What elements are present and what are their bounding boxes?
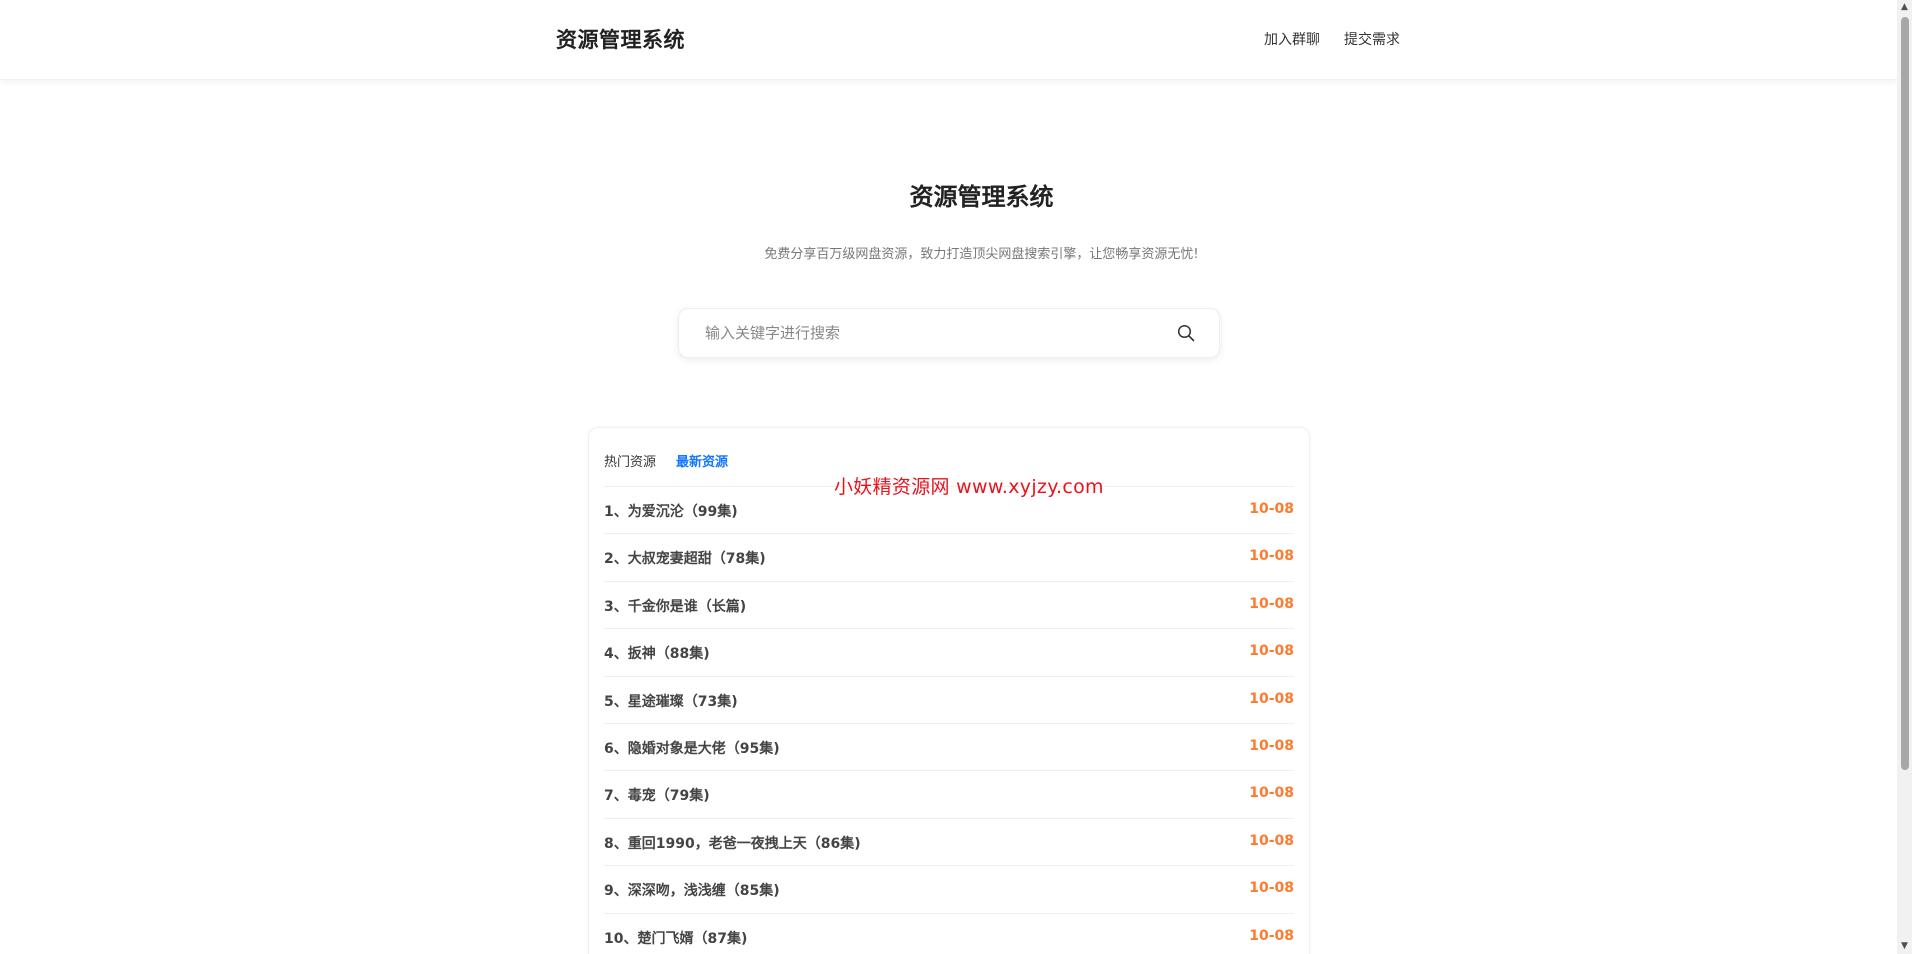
item-date: 10-08 <box>1249 690 1294 707</box>
watermark-text: 小妖精资源网 www.xyjzy.com <box>834 476 1104 498</box>
item-date: 10-08 <box>1249 880 1294 897</box>
resource-tabs: 热门资源 最新资源 <box>604 451 728 470</box>
search-input[interactable] <box>703 309 1153 357</box>
resource-card: 热门资源 最新资源 1、为爱沉沦（99集) 10-08 2、大叔宠妻超甜（78集… <box>588 427 1310 954</box>
scrollbar-thumb[interactable] <box>1901 17 1909 770</box>
item-date: 10-08 <box>1249 832 1294 849</box>
search-icon[interactable] <box>1177 324 1195 342</box>
list-item[interactable]: 9、深深吻，浅浅缠（85集) 10-08 <box>604 865 1294 912</box>
list-item[interactable]: 4、扳神（88集) 10-08 <box>604 628 1294 675</box>
header-nav: 加入群聊 提交需求 <box>1264 29 1400 49</box>
item-title[interactable]: 10、楚门飞婿（87集) <box>604 928 747 948</box>
tab-latest-resources[interactable]: 最新资源 <box>676 451 728 470</box>
item-title[interactable]: 7、毒宠（79集) <box>604 785 710 805</box>
page-title: 资源管理系统 <box>909 183 1054 211</box>
page-subtitle: 免费分享百万级网盘资源，致力打造顶尖网盘搜索引擎，让您畅享资源无忧! <box>764 247 1199 262</box>
item-title[interactable]: 3、千金你是谁（长篇) <box>604 596 746 616</box>
item-title[interactable]: 8、重回1990，老爸一夜拽上天（86集) <box>604 833 861 853</box>
item-title[interactable]: 2、大叔宠妻超甜（78集) <box>604 548 766 568</box>
search-bar <box>678 308 1220 358</box>
list-item[interactable]: 2、大叔宠妻超甜（78集) 10-08 <box>604 533 1294 580</box>
item-title[interactable]: 6、隐婚对象是大佬（95集) <box>604 738 780 758</box>
item-date: 10-08 <box>1249 927 1294 944</box>
item-date: 10-08 <box>1249 785 1294 802</box>
submit-request-link[interactable]: 提交需求 <box>1344 29 1400 49</box>
site-brand[interactable]: 资源管理系统 <box>556 24 685 54</box>
item-title[interactable]: 4、扳神（88集) <box>604 643 710 663</box>
vertical-scrollbar[interactable]: ▲ ▼ <box>1897 0 1912 954</box>
page: 资源管理系统 加入群聊 提交需求 资源管理系统 免费分享百万级网盘资源，致力打造… <box>0 0 1912 954</box>
join-group-link[interactable]: 加入群聊 <box>1264 29 1320 49</box>
resource-list: 1、为爱沉沦（99集) 10-08 2、大叔宠妻超甜（78集) 10-08 3、… <box>604 486 1294 954</box>
item-title[interactable]: 1、为爱沉沦（99集) <box>604 501 738 521</box>
list-item[interactable]: 7、毒宠（79集) 10-08 <box>604 770 1294 817</box>
scroll-down-arrow-icon[interactable]: ▼ <box>1897 939 1912 954</box>
item-date: 10-08 <box>1249 643 1294 660</box>
tab-hot-resources[interactable]: 热门资源 <box>604 451 656 470</box>
item-title[interactable]: 5、星途璀璨（73集) <box>604 691 738 711</box>
item-date: 10-08 <box>1249 737 1294 754</box>
item-date: 10-08 <box>1249 501 1294 517</box>
list-item[interactable]: 10、楚门飞婿（87集) 10-08 <box>604 912 1294 954</box>
list-item[interactable]: 3、千金你是谁（长篇) 10-08 <box>604 580 1294 628</box>
item-date: 10-08 <box>1249 548 1294 565</box>
list-item[interactable]: 5、星途璀璨（73集) 10-08 <box>604 675 1294 723</box>
scroll-up-arrow-icon[interactable]: ▲ <box>1897 0 1912 15</box>
top-header: 资源管理系统 加入群聊 提交需求 <box>0 0 1897 80</box>
list-item[interactable]: 8、重回1990，老爸一夜拽上天（86集) 10-08 <box>604 817 1294 865</box>
item-date: 10-08 <box>1249 595 1294 612</box>
list-item[interactable]: 6、隐婚对象是大佬（95集) 10-08 <box>604 722 1294 770</box>
item-title[interactable]: 9、深深吻，浅浅缠（85集) <box>604 880 780 900</box>
